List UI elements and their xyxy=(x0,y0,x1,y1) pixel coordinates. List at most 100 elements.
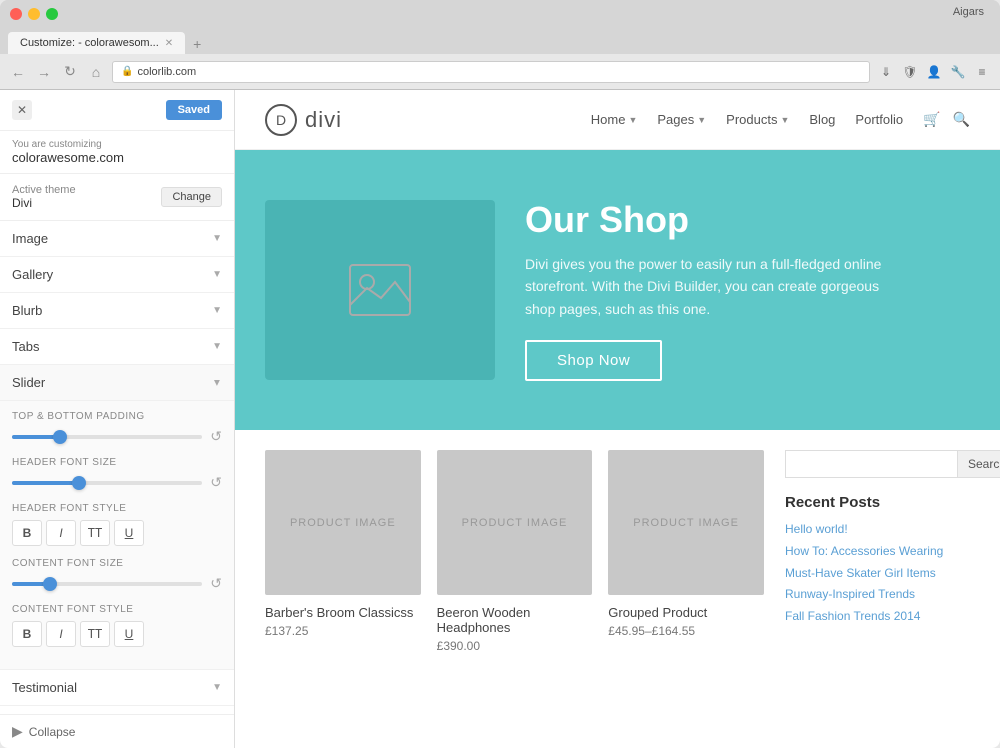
products-grid: PRODUCT IMAGE Barber's Broom Classicss £… xyxy=(265,450,765,653)
content-tt-button[interactable]: TT xyxy=(80,621,110,647)
product-image-placeholder-1: PRODUCT IMAGE xyxy=(290,517,396,529)
product-card-3: PRODUCT IMAGE Grouped Product £45.95–£16… xyxy=(608,450,764,653)
browser-toolbar: ← → ↻ ⌂ 🔒 colorlib.com ⇓ 🛡 👤 🔧 ≡ xyxy=(0,54,1000,90)
tab-bar: Customize: - colorawesom... ✕ + xyxy=(0,28,1000,54)
nav-portfolio[interactable]: Portfolio xyxy=(855,112,903,127)
header-font-style-control: HEADER FONT STYLE B I TT U xyxy=(12,503,222,546)
recent-posts-title: Recent Posts xyxy=(785,494,970,511)
hero-description: Divi gives you the power to easily run a… xyxy=(525,253,905,320)
active-tab[interactable]: Customize: - colorawesom... ✕ xyxy=(8,32,185,54)
sidebar-item-blurb[interactable]: Blurb ▼ xyxy=(0,293,234,329)
extension-icon[interactable]: 🔧 xyxy=(948,62,968,82)
content-font-size-reset[interactable]: ↺ xyxy=(210,575,222,592)
nav-icons: 🛒 🔍 xyxy=(923,111,970,128)
nav-pages[interactable]: Pages ▼ xyxy=(657,112,706,127)
content-font-size-control: CONTENT FONT SIZE ↺ xyxy=(12,558,222,592)
tab-close-icon[interactable]: ✕ xyxy=(165,38,173,49)
post-item-5[interactable]: Fall Fashion Trends 2014 xyxy=(785,608,970,625)
header-underline-button[interactable]: U xyxy=(114,520,144,546)
image-placeholder-icon xyxy=(345,260,415,320)
reload-button[interactable]: ↻ xyxy=(60,62,80,82)
header-bold-button[interactable]: B xyxy=(12,520,42,546)
header-font-size-slider-row: ↺ xyxy=(12,474,222,491)
header-italic-button[interactable]: I xyxy=(46,520,76,546)
search-input[interactable] xyxy=(785,450,957,478)
content-font-style-group: B I TT U xyxy=(12,621,222,647)
sidebar-item-pricing-table[interactable]: Pricing Table ▼ xyxy=(0,706,234,714)
menu-item-testimonial-label: Testimonial xyxy=(12,680,77,695)
search-widget: Search xyxy=(785,450,970,478)
shield-icon[interactable]: 🛡 xyxy=(900,62,920,82)
sidebar-item-testimonial[interactable]: Testimonial ▼ xyxy=(0,670,234,706)
home-button[interactable]: ⌂ xyxy=(86,62,106,82)
content-font-size-label: CONTENT FONT SIZE xyxy=(12,558,222,569)
traffic-light-yellow[interactable] xyxy=(28,8,40,20)
address-text: colorlib.com xyxy=(137,66,196,78)
sidebar-item-tabs[interactable]: Tabs ▼ xyxy=(0,329,234,365)
nav-products[interactable]: Products ▼ xyxy=(726,112,789,127)
post-item-1[interactable]: Hello world! xyxy=(785,521,970,538)
menu-item-slider-label: Slider xyxy=(12,375,45,390)
sidebar-item-image[interactable]: Image ▼ xyxy=(0,221,234,257)
product-name-1[interactable]: Barber's Broom Classicss xyxy=(265,605,421,620)
post-item-4[interactable]: Runway-Inspired Trends xyxy=(785,586,970,603)
new-tab-button[interactable]: + xyxy=(187,34,207,54)
chevron-up-icon: ▲ xyxy=(212,377,222,388)
address-bar[interactable]: 🔒 colorlib.com xyxy=(112,61,870,83)
menu-item-image-label: Image xyxy=(12,231,48,246)
sidebar-close-button[interactable]: ✕ xyxy=(12,100,32,120)
shop-now-button[interactable]: Shop Now xyxy=(525,340,662,381)
post-item-3[interactable]: Must-Have Skater Girl Items xyxy=(785,565,970,582)
user-icon[interactable]: 👤 xyxy=(924,62,944,82)
product-name-2[interactable]: Beeron Wooden Headphones xyxy=(437,605,593,635)
search-icon[interactable]: 🔍 xyxy=(953,111,970,128)
header-font-size-track[interactable] xyxy=(12,481,202,485)
site-nav: Home ▼ Pages ▼ Products ▼ Blog xyxy=(591,111,970,128)
nav-blog[interactable]: Blog xyxy=(809,112,835,127)
header-font-size-reset[interactable]: ↺ xyxy=(210,474,222,491)
chevron-down-icon: ▼ xyxy=(212,269,222,280)
logo-letter: D xyxy=(276,112,286,128)
content-bold-button[interactable]: B xyxy=(12,621,42,647)
nav-pages-label: Pages xyxy=(657,112,694,127)
padding-slider-thumb[interactable] xyxy=(53,430,67,444)
forward-button[interactable]: → xyxy=(34,62,54,82)
download-icon[interactable]: ⇓ xyxy=(876,62,896,82)
collapse-label: Collapse xyxy=(29,725,76,739)
customizing-label: You are customizing xyxy=(12,139,222,150)
padding-slider-track[interactable] xyxy=(12,435,202,439)
product-price-2: £390.00 xyxy=(437,639,593,653)
product-name-3[interactable]: Grouped Product xyxy=(608,605,764,620)
lock-icon: 🔒 xyxy=(121,66,133,77)
sidebar-item-gallery[interactable]: Gallery ▼ xyxy=(0,257,234,293)
header-font-size-thumb[interactable] xyxy=(72,476,86,490)
menu-icon[interactable]: ≡ xyxy=(972,62,992,82)
post-item-2[interactable]: How To: Accessories Wearing xyxy=(785,543,970,560)
content-font-size-thumb[interactable] xyxy=(43,577,57,591)
nav-home-caret: ▼ xyxy=(628,115,637,125)
product-image-2: PRODUCT IMAGE xyxy=(437,450,593,595)
content-font-size-slider-row: ↺ xyxy=(12,575,222,592)
sidebar-collapse-button[interactable]: ▶ Collapse xyxy=(0,714,234,748)
traffic-light-green[interactable] xyxy=(46,8,58,20)
search-button[interactable]: Search xyxy=(957,450,1000,478)
content-italic-button[interactable]: I xyxy=(46,621,76,647)
cart-icon[interactable]: 🛒 xyxy=(923,111,940,128)
chevron-down-icon: ▼ xyxy=(212,682,222,693)
sidebar-item-slider[interactable]: Slider ▲ xyxy=(0,365,234,401)
menu-item-tabs-label: Tabs xyxy=(12,339,39,354)
nav-blog-label: Blog xyxy=(809,112,835,127)
back-button[interactable]: ← xyxy=(8,62,28,82)
content-font-size-track[interactable] xyxy=(12,582,202,586)
nav-home[interactable]: Home ▼ xyxy=(591,112,638,127)
content-underline-button[interactable]: U xyxy=(114,621,144,647)
site-name: colorawesome.com xyxy=(12,150,222,165)
header-tt-button[interactable]: TT xyxy=(80,520,110,546)
header-font-style-group: B I TT U xyxy=(12,520,222,546)
saved-badge: Saved xyxy=(166,100,222,120)
padding-reset-button[interactable]: ↺ xyxy=(210,428,222,445)
padding-slider-row: ↺ xyxy=(12,428,222,445)
change-theme-button[interactable]: Change xyxy=(161,187,222,207)
logo-text: divi xyxy=(305,107,342,133)
traffic-light-red[interactable] xyxy=(10,8,22,20)
